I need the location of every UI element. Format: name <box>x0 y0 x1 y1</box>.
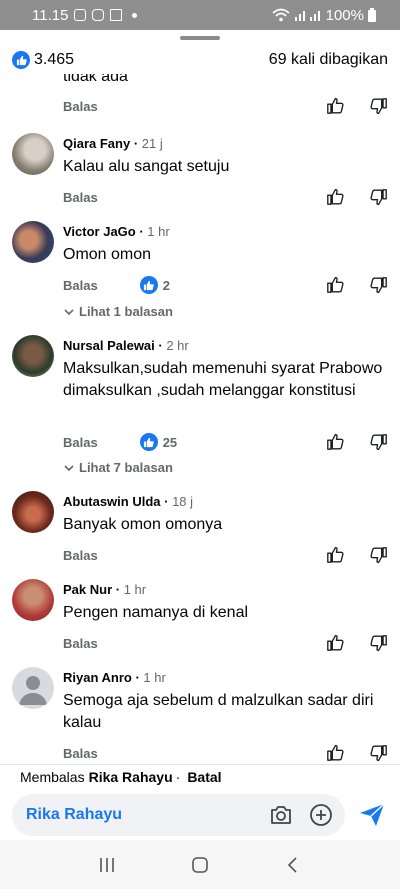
replying-to-name: Rika Rahayu <box>88 768 173 785</box>
upvote-icon[interactable] <box>326 744 344 762</box>
replying-to-label: Membalas <box>20 768 85 785</box>
reply-button[interactable]: Balas <box>63 746 98 761</box>
comment-actions: Balas <box>63 741 388 765</box>
view-replies-button[interactable]: Lihat 1 balasan <box>63 304 173 319</box>
add-icon[interactable] <box>309 803 333 827</box>
comment-author[interactable]: Victor JaGo · 1 hr <box>63 224 170 239</box>
clock: 11.15 <box>32 6 69 24</box>
downvote-icon[interactable] <box>370 546 388 564</box>
send-icon[interactable] <box>359 803 385 827</box>
share-count[interactable]: 69 kali dibagikan <box>269 51 388 69</box>
mention-tag[interactable]: Rika Rahayu <box>26 806 122 824</box>
downvote-icon[interactable] <box>370 634 388 652</box>
comment-text: Semoga aja sebelum d malzulkan sadar dir… <box>63 692 374 731</box>
downvote-icon[interactable] <box>370 276 388 294</box>
like-icon <box>139 276 158 294</box>
calendar-icon <box>110 9 123 21</box>
reaction-count: 25 <box>162 434 178 450</box>
chevron-down-icon <box>64 464 74 471</box>
wifi-icon <box>272 8 290 22</box>
comment-composer: Rika Rahayu <box>0 790 400 840</box>
avatar[interactable] <box>12 579 54 621</box>
reply-button[interactable]: Balas <box>63 636 98 651</box>
comment-text: Omon omon <box>63 246 152 263</box>
comment-actions: Balas 25 <box>63 430 388 454</box>
signal-icon <box>294 11 320 21</box>
comment-text: Kalau alu sangat setuju <box>63 158 230 175</box>
reaction-count: 2 <box>162 277 170 293</box>
downvote-icon[interactable] <box>370 433 388 451</box>
status-bar: 11.15 100% <box>0 0 400 30</box>
reply-button[interactable]: Balas <box>63 435 98 450</box>
reply-button[interactable]: Balas <box>63 99 98 114</box>
sheet-drag-handle[interactable] <box>180 36 220 40</box>
comments-sheet: 3.465 69 kali dibagikan tidak ada Balas … <box>0 30 400 889</box>
upvote-icon[interactable] <box>326 546 344 564</box>
like-icon <box>12 51 30 69</box>
system-navigation-bar <box>0 840 400 889</box>
reply-button[interactable]: Balas <box>63 190 98 205</box>
comment-input[interactable]: Rika Rahayu <box>12 794 345 836</box>
reply-button[interactable]: Balas <box>63 548 98 563</box>
back-icon[interactable] <box>284 856 302 874</box>
comment-author[interactable]: Abutaswin Ulda · 18 j <box>63 494 193 509</box>
comment-text: Pengen namanya di kenal <box>63 604 249 621</box>
battery-level: 100% <box>325 6 364 24</box>
downvote-icon[interactable] <box>370 97 388 115</box>
comment-actions: Balas <box>63 543 388 567</box>
comment-text: Banyak omon omonya <box>63 516 223 533</box>
instagram-icon <box>92 9 105 21</box>
upvote-icon[interactable] <box>326 188 344 206</box>
upvote-icon[interactable] <box>326 276 344 294</box>
comment-actions: Balas <box>63 185 388 209</box>
comment-text: tidak ada <box>63 74 128 85</box>
default-avatar-icon[interactable] <box>12 667 54 709</box>
reactions-summary: 3.465 69 kali dibagikan <box>0 46 400 74</box>
reaction-summary[interactable]: 25 <box>139 433 178 451</box>
upvote-icon[interactable] <box>326 433 344 451</box>
downvote-icon[interactable] <box>370 188 388 206</box>
view-replies-button[interactable]: Lihat 7 balasan <box>63 460 173 475</box>
battery-icon <box>368 8 376 22</box>
comment-actions: Balas <box>63 94 388 118</box>
comment-author[interactable]: Nursal Palewai · 2 hr <box>63 338 189 353</box>
recent-apps-icon[interactable] <box>98 856 116 874</box>
comment-author[interactable]: Qiara Fany · 21 j <box>63 136 163 151</box>
upvote-icon[interactable] <box>326 634 344 652</box>
avatar[interactable] <box>12 133 54 175</box>
avatar[interactable] <box>12 335 54 377</box>
camera-icon[interactable] <box>269 804 293 826</box>
avatar[interactable] <box>12 221 54 263</box>
reaction-count[interactable]: 3.465 <box>34 51 74 69</box>
cancel-reply-button[interactable]: Batal <box>187 769 221 785</box>
comment-author[interactable]: Pak Nur · 1 hr <box>63 582 146 597</box>
replying-to-bar: Membalas Rika Rahayu · Batal <box>0 764 400 788</box>
comment-list[interactable]: tidak ada Balas Qiara Fany · 21 j Kalau … <box>0 74 400 790</box>
comment-actions: Balas <box>63 631 388 655</box>
reaction-summary[interactable]: 2 <box>139 276 170 294</box>
reply-button[interactable]: Balas <box>63 278 98 293</box>
notification-icon <box>74 9 87 21</box>
avatar[interactable] <box>12 491 54 533</box>
like-icon <box>139 433 158 451</box>
more-notifications-icon <box>132 12 138 18</box>
comment-author[interactable]: Riyan Anro · 1 hr <box>63 670 166 685</box>
comment-actions: Balas 2 <box>63 273 388 297</box>
downvote-icon[interactable] <box>370 744 388 762</box>
upvote-icon[interactable] <box>326 97 344 115</box>
chevron-down-icon <box>64 308 74 315</box>
comment-text: Maksulkan,sudah memenuhi syarat Prabowo … <box>63 360 383 399</box>
home-icon[interactable] <box>191 856 209 874</box>
